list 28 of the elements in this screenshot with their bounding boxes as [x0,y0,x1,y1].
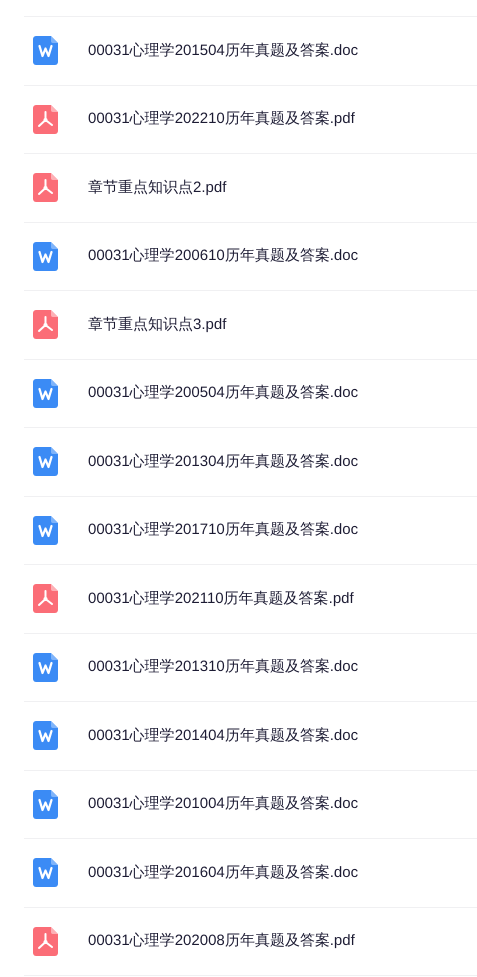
word-document-icon [33,790,58,819]
file-name[interactable]: 章节重点知识点2.pdf [88,176,226,199]
file-name[interactable]: 00031心理学202210历年真题及答案.pdf [88,108,355,130]
file-name[interactable]: 00031心理学201710历年真题及答案.doc [88,519,358,542]
file-name[interactable]: 00031心理学201604历年真题及答案.doc [88,862,358,884]
file-name[interactable]: 00031心理学201310历年真题及答案.doc [88,656,358,678]
pdf-document-icon [33,926,58,956]
word-document-icon [33,516,58,545]
word-document-icon [33,858,58,888]
file-name[interactable]: 00031心理学201404历年真题及答案.doc [88,724,358,747]
pdf-document-icon [33,310,58,340]
word-document-icon [33,36,58,66]
file-name[interactable]: 00031心理学202110历年真题及答案.pdf [88,588,354,610]
pdf-document-icon [33,104,58,134]
file-name[interactable]: 00031心理学201304历年真题及答案.doc [88,450,358,473]
word-document-icon [33,378,58,408]
word-document-icon [33,447,58,476]
file-name[interactable]: 00031心理学200504历年真题及答案.doc [88,382,358,404]
word-document-icon [33,721,58,750]
word-document-icon [33,242,58,271]
file-name[interactable]: 章节重点知识点3.pdf [88,314,226,336]
file-name[interactable]: 00031心理学201004历年真题及答案.doc [88,793,358,816]
file-name[interactable]: 00031心理学202008历年真题及答案.pdf [88,930,355,952]
pdf-document-icon [33,173,58,202]
file-name[interactable]: 00031心理学201504历年真题及答案.doc [88,40,358,62]
word-document-icon [33,652,58,682]
file-name[interactable]: 00031心理学200610历年真题及答案.doc [88,245,358,268]
pdf-document-icon [33,584,58,614]
